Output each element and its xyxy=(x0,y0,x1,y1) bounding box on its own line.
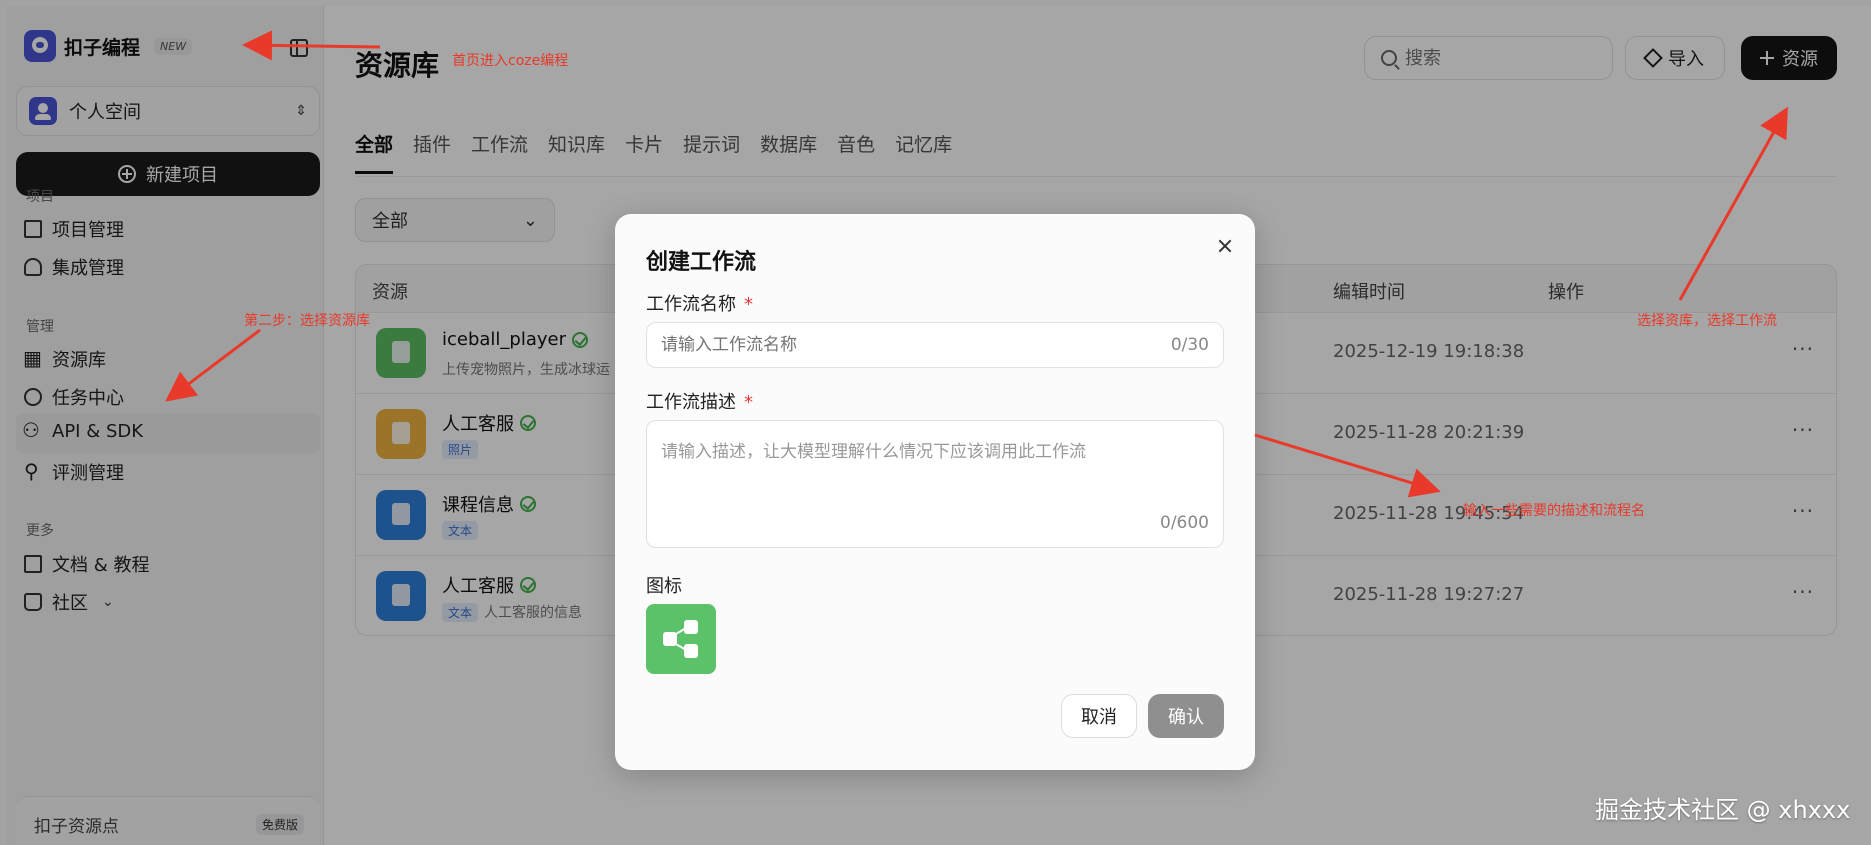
annotation-note: 首页进入coze编程 xyxy=(452,53,569,69)
annotation-arrow-3 xyxy=(1678,106,1788,301)
annotation-arrow-1 xyxy=(242,30,381,61)
watermark: 掘金技术社区 @ xhxxx xyxy=(1595,796,1851,824)
app-frame: 扣子编程 NEW 个人空间 ⇕ 新建项目 项目 项目管理 集成管理 管理 资源库 xyxy=(0,0,1871,845)
annotation-note: 选择资库，选择工作流 xyxy=(1637,313,1777,329)
annotation-arrow-4 xyxy=(1254,433,1441,498)
annotation-arrow-2 xyxy=(165,328,261,402)
annotation-note: 第二步：选择资源库 xyxy=(244,313,370,329)
annotation-note: 输入一些需要的描述和流程名 xyxy=(1463,503,1645,519)
annotation-arrows xyxy=(165,30,1788,498)
